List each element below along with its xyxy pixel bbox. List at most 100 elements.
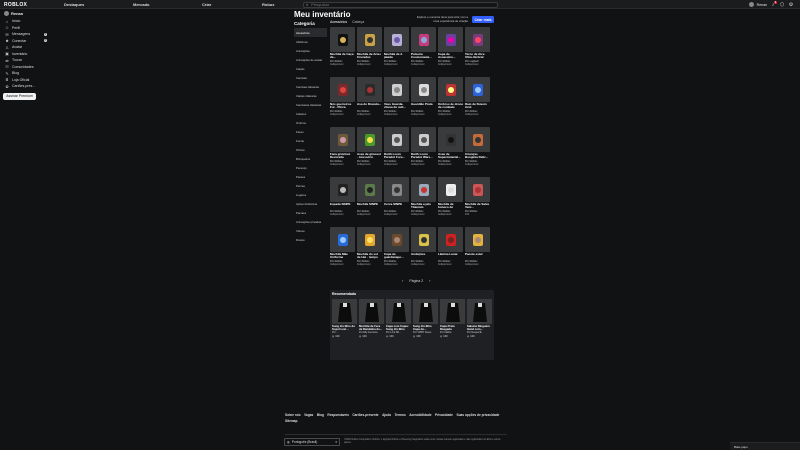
item-name[interactable]: Asas de Supermaterial...	[438, 153, 463, 160]
chat-bar[interactable]: Bate-papo	[730, 442, 800, 450]
inventory-item-card[interactable]: Crianças Bonginia Relic... Por Roblox Indi…	[465, 127, 490, 175]
item-name[interactable]: Mochila SINPE	[357, 203, 382, 210]
category-item[interactable]: Pacotes	[294, 208, 327, 217]
category-item[interactable]: Faces	[294, 127, 327, 136]
recommended-item-card[interactable]: Sung Jin-Woo do Sopol Levi... Por ... ◎ 100	[332, 299, 357, 338]
inventory-item-card[interactable]: Mochila do sol de Hui - tempo Por Roblox I…	[357, 227, 382, 275]
item-thumbnail[interactable]	[440, 299, 465, 324]
item-name[interactable]: Mochila Mãe Uniforme	[330, 253, 355, 260]
item-thumbnail[interactable]	[357, 177, 382, 202]
item-name[interactable]: Capa de Assassino...	[438, 53, 463, 60]
inventory-item-card[interactable]: Vaso Guarda-chuva de outi... Por Roblox In…	[384, 77, 409, 125]
footer-link[interactable]: Cartões-presente	[352, 413, 378, 417]
category-item[interactable]: Animações	[294, 46, 327, 55]
inventory-item-card[interactable]: Mochila de A jatada Por Roblox Indisponíve…	[384, 27, 409, 75]
item-thumbnail[interactable]	[357, 27, 382, 52]
footer-link[interactable]: Suas opções de privacidade	[456, 413, 499, 417]
roblox-logo[interactable]: ROBLOX	[4, 2, 27, 8]
category-item[interactable]: Ofícios	[294, 145, 327, 154]
item-name[interactable]: Mochila de boneco de neve...	[438, 203, 463, 210]
nav-robux[interactable]: Robux	[262, 2, 274, 7]
category-item[interactable]: Passes	[294, 172, 327, 181]
item-name[interactable]: Vaso Guarda-chuva de outi...	[384, 103, 409, 110]
inventory-item-card[interactable]: Raio de Nuvem Azul Por Roblox Indisponível	[465, 77, 490, 125]
inventory-item-card[interactable]: Mochila SINPE Por Roblox Indisponível	[357, 177, 382, 225]
recommended-item-card[interactable]: Mochila de Fera de Dandalna do... Por Elf…	[359, 299, 384, 338]
gear-icon[interactable]: ⚙	[788, 2, 794, 8]
inventory-item-card[interactable]: Pulseira Cosmonauta... Por Roblox Indispon…	[411, 27, 436, 75]
item-name[interactable]: Darth Loom Paradot Fore...	[384, 153, 409, 160]
inventory-item-card[interactable]: Capa de Assassino... Por Roblox Indisponív…	[438, 27, 463, 75]
inventory-item-card[interactable]: Cerca SINPE Por Roblox Indisponível	[384, 177, 409, 225]
inventory-item-card[interactable]: Darth Loom Paradot Fore... Por Roblox Indi…	[384, 127, 409, 175]
item-thumbnail[interactable]	[411, 77, 436, 102]
item-name[interactable]: Mochila de Salve Vent...	[465, 203, 490, 210]
item-creator[interactable]: Por Lord SD...	[386, 331, 411, 334]
inventory-item-card[interactable]: Mochila a jato Titanium Por Roblox Indispo…	[411, 177, 436, 225]
recommended-item-card[interactable]: Capa com Capuz Sung Jin-Woo Por Lord SD..…	[386, 299, 411, 338]
category-item[interactable]: Calças clássicas	[294, 91, 327, 100]
language-select[interactable]: ◍ Português (Brasil) ▾	[284, 438, 340, 446]
item-thumbnail[interactable]	[465, 127, 490, 152]
search-input[interactable]	[311, 2, 482, 7]
item-thumbnail[interactable]	[357, 77, 382, 102]
inventory-item-card[interactable]: Mochila de Artes Cruzadas Por Roblox Indis…	[357, 27, 382, 75]
item-name[interactable]: Nós guerreiros Fur - Pinca	[330, 103, 355, 110]
footer-link[interactable]: Ajuda	[382, 413, 391, 417]
category-item[interactable]: Abdômen	[294, 37, 327, 46]
category-item[interactable]: Vídeos	[294, 226, 327, 235]
item-name[interactable]: Asa do Dracula...	[357, 103, 382, 110]
inventory-item-card[interactable]: Asas de girassol - Acessório Por Roblox In…	[357, 127, 382, 175]
item-creator[interactable]: Por ...	[332, 331, 357, 334]
item-thumbnail[interactable]	[332, 299, 357, 324]
item-name[interactable]: Crianças Bonginia Relic...	[465, 153, 490, 160]
item-thumbnail[interactable]	[465, 27, 490, 52]
item-name[interactable]: Asas de girassol - Acessório	[357, 153, 382, 160]
category-item[interactable]: Pescoço	[294, 163, 327, 172]
category-item[interactable]: Calças	[294, 64, 327, 73]
premium-button[interactable]: Assinar Premium	[3, 92, 36, 100]
item-name[interactable]: Raio de Nuvem Azul	[465, 103, 490, 110]
item-thumbnail[interactable]	[330, 227, 355, 252]
item-name[interactable]: Lâmina Lunar	[438, 253, 463, 260]
inventory-item-card[interactable]: Capa de guardanapo... Por Roblox Indisponí…	[384, 227, 409, 275]
item-name[interactable]: Cerca SINPE	[384, 203, 409, 210]
sidebar-item-cartoes[interactable]: ✿ Cartões-pres...	[0, 83, 52, 90]
inventory-item-card[interactable]: Espada SINPE Por Roblox Indisponível	[330, 177, 355, 225]
category-item[interactable]: Camisetas clássicas	[294, 100, 327, 109]
item-name[interactable]: Mochila de Artes Cruzadas	[357, 53, 382, 60]
item-thumbnail[interactable]	[384, 77, 409, 102]
item-name[interactable]: Pacote estel	[465, 253, 490, 260]
item-thumbnail[interactable]	[438, 177, 463, 202]
category-item[interactable]: Ombros	[294, 118, 327, 127]
category-item[interactable]: Lugares	[294, 190, 327, 199]
footer-link[interactable]: Termos	[394, 413, 405, 417]
item-thumbnail[interactable]	[384, 227, 409, 252]
item-thumbnail[interactable]	[411, 27, 436, 52]
item-thumbnail[interactable]	[359, 299, 384, 324]
bell-icon[interactable]: ♪ 6	[770, 0, 777, 8]
footer-link[interactable]: Acessibilidade	[409, 413, 431, 417]
item-name[interactable]: Mochila a jato Titanium	[411, 203, 436, 210]
item-name[interactable]: Ombros de drone de combate	[438, 103, 463, 110]
inventory-item-card[interactable]: Mochila de Caça de... Por Roblox Indisponí…	[330, 27, 355, 75]
footer-link[interactable]: Sitemap	[285, 419, 297, 423]
item-thumbnail[interactable]	[438, 127, 463, 152]
inventory-item-card[interactable]: Darth Loom Paradot Wars... Por Roblox Indi…	[411, 127, 436, 175]
username-label[interactable]: Renan	[757, 3, 767, 7]
inventory-item-card[interactable]: Asa do Dracula... Por Roblox Indisponível	[357, 77, 382, 125]
item-name[interactable]: Mochila do sol de Hui - tempo	[357, 253, 382, 260]
inventory-item-card[interactable]: Pacote estel Por Roblox Indisponível	[465, 227, 490, 275]
item-name[interactable]: Ambições	[411, 253, 436, 260]
item-creator[interactable]: Por VPRH Saves	[413, 331, 438, 334]
item-thumbnail[interactable]	[438, 27, 463, 52]
inventory-item-card[interactable]: Guardião Prata Por Roblox Indisponível	[411, 77, 436, 125]
create-more-button[interactable]: Criar mais	[472, 16, 494, 23]
item-thumbnail[interactable]	[411, 227, 436, 252]
nav-destaques[interactable]: Destaques	[64, 2, 84, 7]
tab-cabeca[interactable]: Cabeça	[352, 20, 364, 24]
item-thumbnail[interactable]	[384, 177, 409, 202]
category-item[interactable]: Rostos	[294, 235, 327, 244]
item-thumbnail[interactable]	[386, 299, 411, 324]
robux-icon[interactable]: ⬡	[779, 2, 785, 8]
